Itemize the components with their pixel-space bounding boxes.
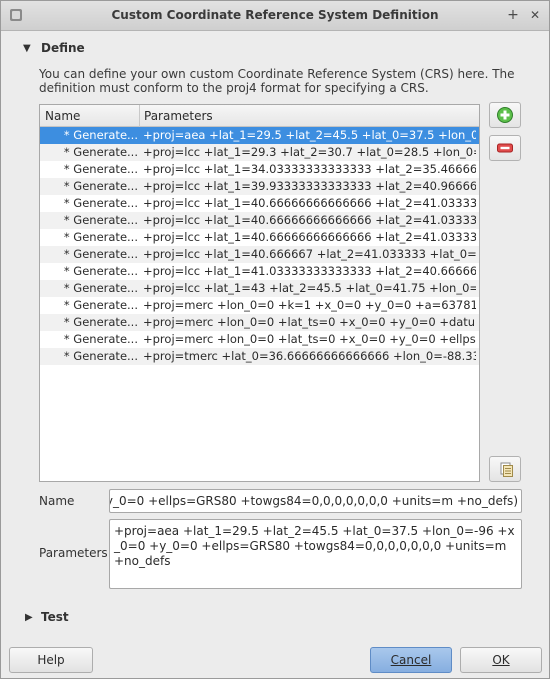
row-name-cell: * Generate...	[63, 179, 138, 193]
row-parameters-cell: +proj=lcc +lat_1=40.666667 +lat_2=41.033…	[143, 247, 476, 261]
title-bar: Custom Coordinate Reference System Defin…	[1, 1, 549, 31]
row-name-cell: * Generate...	[63, 298, 138, 312]
define-description: You can define your own custom Coordinat…	[39, 67, 515, 95]
table-header: Name Parameters	[40, 105, 479, 127]
row-parameters-cell: +proj=merc +lon_0=0 +lat_ts=0 +x_0=0 +y_…	[143, 332, 476, 346]
table-row[interactable]: * Generate... +proj=aea +lat_1=29.5 +lat_…	[40, 127, 479, 144]
table-row[interactable]: * Generate... +proj=lcc +lat_1=40.6666666…	[40, 212, 479, 229]
row-name-cell: * Generate...	[63, 349, 138, 363]
table-row[interactable]: * Generate... +proj=tmerc +lat_0=36.66666…	[40, 348, 479, 365]
row-name-cell: * Generate...	[63, 196, 138, 210]
table-row[interactable]: * Generate... +proj=merc +lon_0=0 +k=1 +x…	[40, 297, 479, 314]
plus-icon	[497, 107, 513, 123]
minus-icon	[497, 143, 513, 153]
crs-table[interactable]: Name Parameters * Generate... +proj=aea +…	[39, 104, 480, 482]
table-row[interactable]: * Generate... +proj=lcc +lat_1=40.6666666…	[40, 229, 479, 246]
row-name-cell: * Generate...	[63, 315, 138, 329]
test-header[interactable]: Test	[41, 610, 69, 624]
name-input-value: -96 +x_0=0 +y_0=0 +ellps=GRS80 +towgs84=…	[110, 494, 518, 508]
table-body: * Generate... +proj=aea +lat_1=29.5 +lat_…	[40, 127, 479, 365]
column-header-parameters[interactable]: Parameters	[144, 109, 213, 123]
row-name-cell: * Generate...	[63, 247, 138, 261]
row-name-cell: * Generate...	[63, 162, 138, 176]
row-parameters-cell: +proj=lcc +lat_1=40.66666666666666 +lat_…	[143, 213, 476, 227]
row-parameters-cell: +proj=lcc +lat_1=34.03333333333333 +lat_…	[143, 162, 476, 176]
parameters-label: Parameters	[39, 546, 108, 560]
row-parameters-cell: +proj=lcc +lat_1=40.66666666666666 +lat_…	[143, 196, 476, 210]
column-separator[interactable]	[139, 105, 140, 127]
table-row[interactable]: * Generate... +proj=lcc +lat_1=34.0333333…	[40, 161, 479, 178]
define-header[interactable]: Define	[41, 41, 85, 55]
help-button[interactable]: Help	[9, 647, 93, 673]
row-name-cell: * Generate...	[63, 213, 138, 227]
row-name-cell: * Generate...	[63, 145, 138, 159]
test-expand-icon[interactable]: ▶	[25, 612, 33, 623]
table-row[interactable]: * Generate... +proj=lcc +lat_1=43 +lat_2=…	[40, 280, 479, 297]
row-name-cell: * Generate...	[63, 264, 138, 278]
remove-crs-button[interactable]	[489, 135, 521, 161]
row-name-cell: * Generate...	[63, 128, 138, 142]
table-row[interactable]: * Generate... +proj=lcc +lat_1=29.3 +lat_…	[40, 144, 479, 161]
define-expand-icon[interactable]: ▼	[23, 43, 31, 54]
row-parameters-cell: +proj=lcc +lat_1=29.3 +lat_2=30.7 +lat_0…	[143, 145, 476, 159]
ok-button[interactable]: OK	[460, 647, 542, 673]
ok-button-label: OK	[492, 653, 510, 667]
copy-icon	[500, 462, 513, 477]
parameters-textarea[interactable]: +proj=aea +lat_1=29.5 +lat_2=45.5 +lat_0…	[109, 519, 522, 589]
table-row[interactable]: * Generate... +proj=lcc +lat_1=41.0333333…	[40, 263, 479, 280]
table-row[interactable]: * Generate... +proj=lcc +lat_1=39.9333333…	[40, 178, 479, 195]
copy-crs-button[interactable]	[489, 456, 521, 482]
row-parameters-cell: +proj=lcc +lat_1=43 +lat_2=45.5 +lat_0=4…	[143, 281, 476, 295]
window-title: Custom Coordinate Reference System Defin…	[111, 8, 439, 22]
table-row[interactable]: * Generate... +proj=merc +lon_0=0 +lat_ts…	[40, 331, 479, 348]
column-header-name[interactable]: Name	[45, 109, 80, 123]
cancel-button-label: Cancel	[390, 653, 432, 667]
name-input[interactable]: -96 +x_0=0 +y_0=0 +ellps=GRS80 +towgs84=…	[109, 489, 522, 513]
row-name-cell: * Generate...	[63, 230, 138, 244]
row-parameters-cell: +proj=lcc +lat_1=39.93333333333333 +lat_…	[143, 179, 476, 193]
row-parameters-cell: +proj=lcc +lat_1=41.03333333333333 +lat_…	[143, 264, 476, 278]
pin-button[interactable]: +	[504, 6, 522, 24]
cancel-button[interactable]: Cancel	[370, 647, 452, 673]
table-row[interactable]: * Generate... +proj=lcc +lat_1=40.666667 …	[40, 246, 479, 263]
row-name-cell: * Generate...	[63, 281, 138, 295]
row-parameters-cell: +proj=tmerc +lat_0=36.66666666666666 +lo…	[143, 349, 476, 363]
name-label: Name	[39, 494, 75, 508]
row-parameters-cell: +proj=aea +lat_1=29.5 +lat_2=45.5 +lat_0…	[143, 128, 476, 142]
dialog-window: Custom Coordinate Reference System Defin…	[0, 0, 550, 679]
table-row[interactable]: * Generate... +proj=lcc +lat_1=40.6666666…	[40, 195, 479, 212]
row-parameters-cell: +proj=merc +lon_0=0 +k=1 +x_0=0 +y_0=0 +…	[143, 298, 476, 312]
row-parameters-cell: +proj=lcc +lat_1=40.66666666666666 +lat_…	[143, 230, 476, 244]
table-row[interactable]: * Generate... +proj=merc +lon_0=0 +lat_ts…	[40, 314, 479, 331]
add-crs-button[interactable]	[489, 102, 521, 128]
row-name-cell: * Generate...	[63, 332, 138, 346]
row-parameters-cell: +proj=merc +lon_0=0 +lat_ts=0 +x_0=0 +y_…	[143, 315, 476, 329]
close-button[interactable]: ✕	[526, 6, 544, 24]
